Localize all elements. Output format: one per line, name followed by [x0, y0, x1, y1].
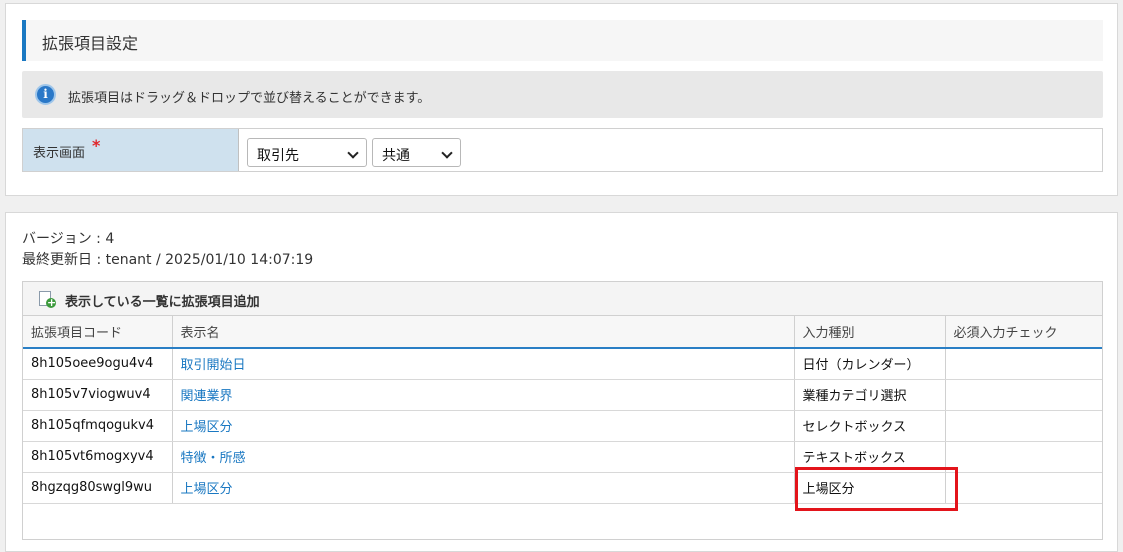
cell-code: 8h105oee9ogu4v4: [23, 348, 173, 380]
info-message: i 拡張項目はドラッグ＆ドロップで並び替えることができます。: [22, 71, 1103, 118]
display-screen-label-text: 表示画面: [33, 146, 86, 161]
info-text: 拡張項目はドラッグ＆ドロップで並び替えることができます。: [68, 91, 431, 106]
column-header-type[interactable]: 入力種別: [794, 316, 946, 349]
title-bar: 拡張項目設定: [22, 20, 1103, 61]
add-extension-link[interactable]: 表示している一覧に拡張項目追加: [65, 291, 260, 310]
scope-select[interactable]: 共通: [372, 138, 461, 167]
table-row[interactable]: 8h105oee9ogu4v4 取引開始日 日付（カレンダー）: [23, 348, 1102, 380]
account-type-select-value: 取引先: [257, 148, 299, 164]
page-title: 拡張項目設定: [42, 34, 139, 53]
last-updated-text: 最終更新日 : tenant / 2025/01/10 14:07:19: [22, 252, 314, 268]
chevron-down-icon: [347, 147, 359, 159]
settings-panel: 拡張項目設定 i 拡張項目はドラッグ＆ドロップで並び替えることができます。 表示…: [5, 3, 1118, 196]
chevron-down-icon: [441, 147, 453, 159]
info-icon: i: [35, 84, 56, 105]
cell-name-link[interactable]: 特徴・所感: [172, 441, 795, 473]
cell-name-link[interactable]: 関連業界: [172, 379, 795, 411]
display-screen-row: 表示画面 * 取引先 共通: [22, 128, 1103, 172]
version-text: バージョン : 4: [22, 231, 115, 247]
column-header-required[interactable]: 必須入力チェック: [945, 316, 1102, 349]
cell-type: 業種カテゴリ選択: [794, 379, 946, 411]
cell-code: 8h105qfmqogukv4: [23, 410, 173, 442]
display-screen-label: 表示画面 *: [23, 129, 239, 171]
account-type-select[interactable]: 取引先: [247, 138, 367, 167]
cell-required: [945, 348, 1102, 380]
grid-toolbar: + 表示している一覧に拡張項目追加: [23, 282, 1102, 316]
cell-required: [945, 472, 1102, 504]
scope-select-value: 共通: [382, 148, 410, 164]
required-mark: *: [92, 136, 101, 155]
table-row[interactable]: 8h105qfmqogukv4 上場区分 セレクトボックス: [23, 410, 1102, 442]
cell-required: [945, 441, 1102, 473]
cell-required: [945, 379, 1102, 411]
add-document-icon[interactable]: +: [39, 291, 56, 309]
highlight-box: [795, 467, 958, 511]
column-header-code[interactable]: 拡張項目コード: [23, 316, 173, 349]
table-row[interactable]: 8h105v7viogwuv4 関連業界 業種カテゴリ選択: [23, 379, 1102, 411]
column-header-name[interactable]: 表示名: [172, 316, 795, 349]
cell-code: 8h105vt6mogxyv4: [23, 441, 173, 473]
cell-type: 日付（カレンダー）: [794, 348, 946, 380]
cell-name-link[interactable]: 取引開始日: [172, 348, 795, 380]
cell-required: [945, 410, 1102, 442]
cell-type: セレクトボックス: [794, 410, 946, 442]
cell-code: 8h105v7viogwuv4: [23, 379, 173, 411]
cell-name-link[interactable]: 上場区分: [172, 410, 795, 442]
cell-code: 8hgzqg80swgl9wu: [23, 472, 173, 504]
cell-name-link[interactable]: 上場区分: [172, 472, 795, 504]
table-header-row: 拡張項目コード 表示名 入力種別 必須入力チェック: [23, 316, 1102, 349]
